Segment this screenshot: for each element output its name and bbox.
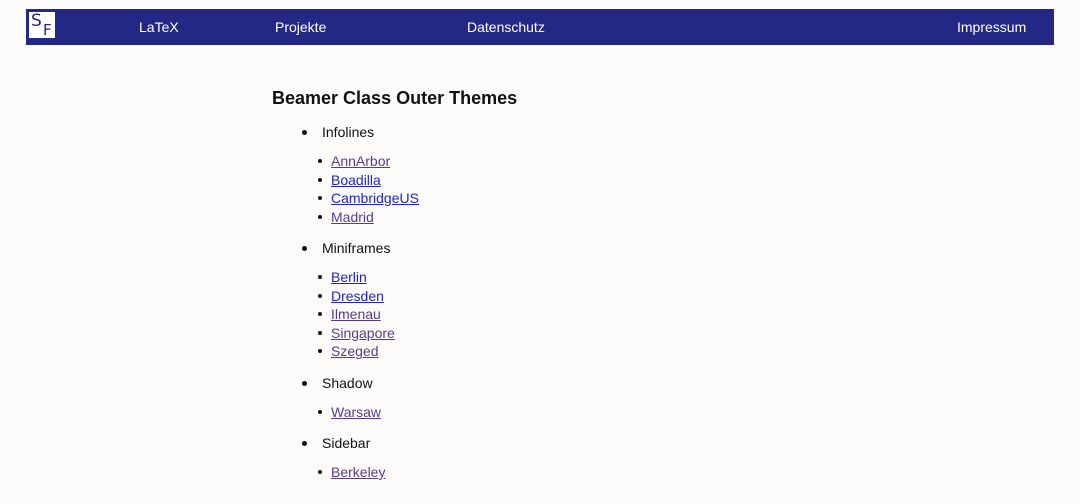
list-item: AnnArbor <box>318 152 972 171</box>
list-item: Boadilla <box>318 171 972 190</box>
theme-link-ilmenau[interactable]: Ilmenau <box>331 306 381 322</box>
bullet-icon <box>318 330 322 335</box>
nav-link-impressum[interactable]: Impressum <box>957 19 1026 35</box>
group-label-sidebar: Sidebar <box>322 435 371 451</box>
list-item: Dresden <box>318 287 972 306</box>
list-item: CambridgeUS <box>318 189 972 208</box>
list-item: Berkeley <box>318 463 972 482</box>
bullet-icon <box>318 409 322 414</box>
list-item: Singapore <box>318 324 972 343</box>
theme-link-szeged[interactable]: Szeged <box>331 343 378 359</box>
main-content: Beamer Class Outer Themes Infolines AnnA… <box>272 87 972 494</box>
theme-link-madrid[interactable]: Madrid <box>331 209 374 225</box>
bullet-icon <box>318 275 322 279</box>
top-navbar: S F LaTeX Projekte Datenschutz Impressum <box>26 9 1054 45</box>
bullet-icon <box>318 312 322 316</box>
bullet-icon <box>302 246 307 251</box>
bullet-icon <box>302 130 307 135</box>
list-item: Berlin <box>318 268 972 287</box>
theme-link-boadilla[interactable]: Boadilla <box>331 172 381 188</box>
nav-link-latex[interactable]: LaTeX <box>139 19 179 35</box>
theme-group: Miniframes Berlin Dresden Ilmenau Singap… <box>272 238 972 361</box>
site-logo[interactable]: S F <box>27 10 57 40</box>
list-item: Ilmenau <box>318 305 972 324</box>
theme-list: Berlin Dresden Ilmenau Singapore Szeged <box>272 268 972 361</box>
bullet-icon <box>318 293 322 298</box>
theme-link-berlin[interactable]: Berlin <box>331 269 367 285</box>
bullet-icon <box>318 159 322 163</box>
list-item: Warsaw <box>318 403 972 422</box>
theme-link-warsaw[interactable]: Warsaw <box>331 404 381 420</box>
theme-group: Infolines AnnArbor Boadilla CambridgeUS … <box>272 122 972 226</box>
logo-letter-f: F <box>43 21 52 39</box>
theme-link-dresden[interactable]: Dresden <box>331 288 384 304</box>
bullet-icon <box>318 177 322 182</box>
theme-link-berkeley[interactable]: Berkeley <box>331 464 385 480</box>
group-label-miniframes: Miniframes <box>322 240 391 256</box>
theme-group: Shadow Warsaw <box>272 373 972 422</box>
bullet-icon <box>302 441 307 446</box>
group-label-shadow: Shadow <box>322 374 373 391</box>
nav-link-datenschutz[interactable]: Datenschutz <box>467 19 545 35</box>
nav-link-projekte[interactable]: Projekte <box>275 19 326 35</box>
theme-list: Berkeley <box>272 463 972 482</box>
theme-group: Sidebar Berkeley <box>272 433 972 482</box>
theme-link-annarbor[interactable]: AnnArbor <box>331 153 390 169</box>
bullet-icon <box>318 196 322 200</box>
theme-list: AnnArbor Boadilla CambridgeUS Madrid <box>272 152 972 226</box>
logo-letter-s: S <box>31 11 42 31</box>
page-title: Beamer Class Outer Themes <box>272 88 518 108</box>
list-item: Szeged <box>318 342 972 361</box>
bullet-icon <box>318 214 322 219</box>
list-item: Madrid <box>318 208 972 227</box>
theme-groups-list: Infolines AnnArbor Boadilla CambridgeUS … <box>272 122 972 482</box>
bullet-icon <box>318 470 322 474</box>
bullet-icon <box>318 349 322 353</box>
theme-link-cambridgeus[interactable]: CambridgeUS <box>331 190 419 206</box>
bullet-icon <box>302 380 307 386</box>
theme-link-singapore[interactable]: Singapore <box>331 325 395 341</box>
group-label-infolines: Infolines <box>322 124 375 140</box>
theme-list: Warsaw <box>272 403 972 422</box>
